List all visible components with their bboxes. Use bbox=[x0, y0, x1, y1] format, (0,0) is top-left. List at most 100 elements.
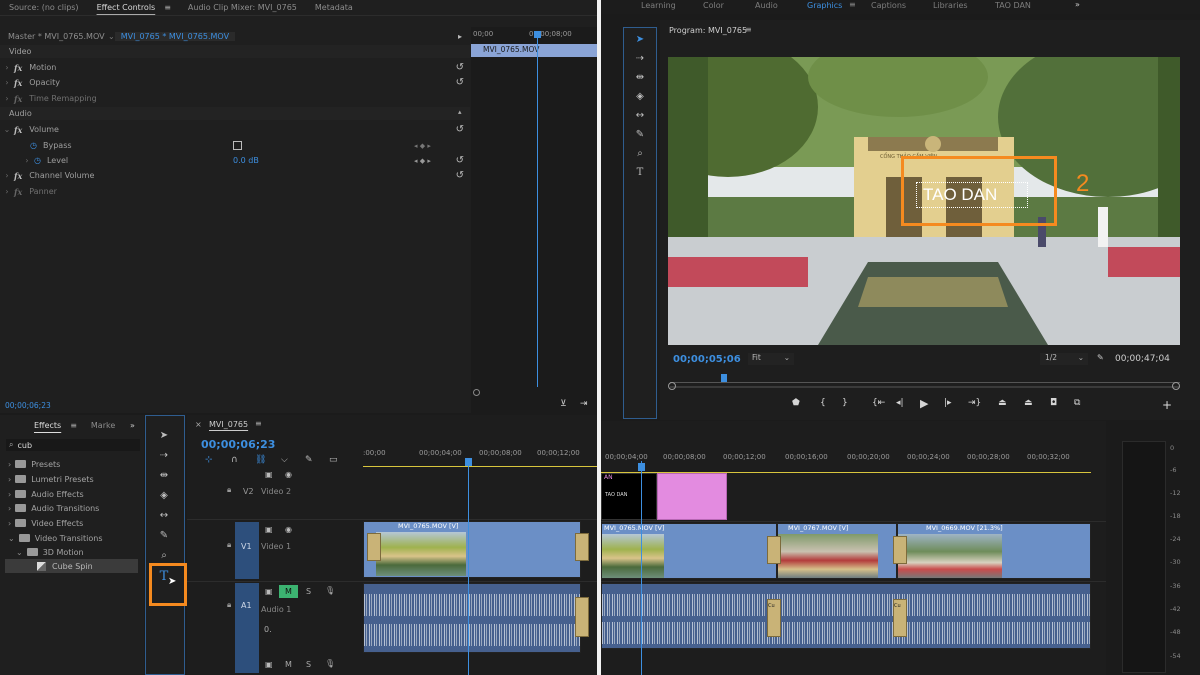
effect-row-channel-volume[interactable]: › fx Channel Volume ↺ bbox=[0, 168, 470, 183]
clip-path-label[interactable]: MVI_0765 * MVI_0765.MOV bbox=[114, 31, 236, 41]
tab-effects[interactable]: Effects bbox=[0, 421, 70, 430]
reset-icon[interactable]: ↺ bbox=[456, 62, 464, 73]
transition-marker[interactable] bbox=[767, 536, 781, 564]
timeline-ruler-right[interactable]: 00;00;04;00 00;00;08;00 00;00;12;00 00;0… bbox=[601, 447, 1091, 473]
chevron-down-icon[interactable]: ⌄ bbox=[108, 32, 115, 41]
chevron-right-icon[interactable]: › bbox=[20, 156, 34, 165]
tree-item-audio-effects[interactable]: › Audio Effects bbox=[8, 487, 84, 501]
microphone-icon[interactable]: 🎙︎ bbox=[325, 586, 335, 595]
resolution-select[interactable]: 1/2 ⌄ bbox=[1040, 353, 1088, 365]
camera-icon[interactable]: ◘ bbox=[1050, 398, 1057, 408]
step-back-icon[interactable]: ◂| bbox=[896, 398, 904, 408]
effects-search-input[interactable]: cub bbox=[17, 441, 32, 450]
sync-lock-icon[interactable]: ▣ bbox=[265, 525, 273, 534]
keyframe-nav-icon[interactable]: ◂ ◆ ▸ bbox=[414, 157, 431, 165]
solo-button[interactable]: S bbox=[306, 587, 311, 596]
clip-v1-mvi0669[interactable]: MVI_0669.MOV [21.3%] bbox=[897, 523, 1091, 579]
step-forward-icon[interactable]: |▸ bbox=[944, 398, 952, 408]
clip-v1-mvi0765-cont[interactable]: MVI_0765.MOV [V] bbox=[601, 523, 777, 579]
workspace-audio[interactable]: Audio bbox=[755, 1, 778, 10]
fx-icon[interactable]: fx bbox=[14, 78, 22, 88]
transition-marker[interactable] bbox=[575, 533, 589, 561]
transition-marker[interactable]: Cu bbox=[893, 599, 907, 637]
panel-menu-icon[interactable]: ≡ bbox=[70, 421, 77, 430]
transition-marker[interactable] bbox=[575, 597, 589, 637]
workspace-color[interactable]: Color bbox=[703, 1, 724, 10]
ec-playhead[interactable] bbox=[537, 32, 538, 387]
timeline-playhead-right[interactable] bbox=[641, 461, 642, 675]
add-button-icon[interactable]: + bbox=[1162, 398, 1172, 412]
master-clip-label[interactable]: Master * MVI_0765.MOV bbox=[0, 32, 108, 41]
clip-v1-mvi0767[interactable]: MVI_0767.MOV [V] bbox=[777, 523, 897, 579]
stopwatch-icon[interactable]: ◷ bbox=[30, 141, 37, 150]
timeline-playhead-handle[interactable] bbox=[465, 458, 472, 466]
extract-icon[interactable]: ⏏ bbox=[1024, 398, 1033, 408]
scrub-bar[interactable] bbox=[670, 375, 1180, 383]
ripple-edit-tool-icon[interactable]: ⇹ bbox=[154, 470, 174, 481]
chevron-right-icon[interactable]: › bbox=[0, 187, 14, 196]
tab-source[interactable]: Source: (no clips) bbox=[0, 3, 88, 12]
track-select-tool-icon[interactable]: ⇢ bbox=[154, 450, 174, 461]
wrench-icon[interactable]: ✎ bbox=[305, 455, 313, 465]
track-select-tool-icon[interactable]: ⇢ bbox=[630, 53, 650, 64]
slip-tool-icon[interactable]: ↔ bbox=[630, 110, 650, 121]
selection-tool-icon[interactable]: ➤ bbox=[154, 430, 174, 441]
selection-tool-icon[interactable]: ➤ bbox=[630, 34, 650, 45]
chevron-right-icon[interactable]: › bbox=[0, 171, 14, 180]
workspace-graphics[interactable]: Graphics bbox=[807, 1, 842, 10]
go-to-out-icon[interactable]: ⇥} bbox=[968, 398, 981, 408]
mark-out-icon[interactable]: } bbox=[842, 398, 848, 408]
export-icon[interactable]: ⇥ bbox=[580, 399, 588, 409]
go-to-in-icon[interactable]: {⇤ bbox=[872, 398, 885, 408]
workspace-libraries[interactable]: Libraries bbox=[933, 1, 968, 10]
timeline-ruler[interactable]: :00;00 00;00;04;00 00;00;08;00 00;00;12;… bbox=[363, 445, 597, 467]
tree-item-cube-spin[interactable]: Cube Spin bbox=[5, 559, 138, 573]
program-title[interactable]: Program: MVI_0765 bbox=[669, 26, 747, 35]
wrench-icon[interactable]: ✎ bbox=[1097, 353, 1104, 362]
workspace-tao-dan[interactable]: TAO DAN bbox=[995, 1, 1031, 10]
transition-marker[interactable] bbox=[367, 533, 381, 561]
mute-button[interactable]: M bbox=[279, 585, 298, 598]
nest-icon[interactable]: ⊹ bbox=[205, 455, 213, 465]
clip-v1-mvi0765[interactable]: MVI_0765.MOV [V] bbox=[363, 521, 581, 578]
sync-lock-icon[interactable]: ▣ bbox=[265, 660, 273, 669]
track-target-a1[interactable]: A1 bbox=[235, 583, 259, 673]
keyframe-nav-icon[interactable]: ◂ ◆ ▸ bbox=[414, 142, 431, 150]
stopwatch-icon[interactable]: ◷ bbox=[34, 156, 41, 165]
effect-row-opacity[interactable]: › fx Opacity ↺ bbox=[0, 75, 470, 90]
ec-clip-bar[interactable]: MVI_0765.MOV bbox=[471, 44, 597, 57]
effect-row-time-remapping[interactable]: › fx Time Remapping bbox=[0, 91, 470, 106]
slip-tool-icon[interactable]: ↔ bbox=[154, 510, 174, 521]
timeline-timecode[interactable]: 00;00;06;23 bbox=[201, 438, 275, 451]
solo-button-a2[interactable]: S bbox=[306, 660, 311, 669]
tab-effect-controls[interactable]: Effect Controls bbox=[88, 3, 165, 12]
fx-icon[interactable]: fx bbox=[14, 63, 22, 73]
clip-v2-graphic[interactable] bbox=[657, 473, 727, 520]
ec-playhead-handle[interactable] bbox=[534, 31, 541, 38]
reset-icon[interactable]: ↺ bbox=[456, 77, 464, 88]
lock-icon[interactable]: 🔒︎ bbox=[227, 600, 231, 610]
zoom-tool-icon[interactable]: ⌕ bbox=[630, 148, 650, 159]
zoom-bar[interactable] bbox=[670, 386, 1180, 388]
lock-icon[interactable]: 🔒︎ bbox=[227, 540, 231, 550]
more-panels-icon[interactable]: » bbox=[1075, 0, 1080, 9]
captions-icon[interactable]: ▭ bbox=[329, 455, 338, 465]
tab-markers[interactable]: Marke bbox=[77, 421, 124, 430]
tab-metadata[interactable]: Metadata bbox=[306, 3, 362, 12]
marker-icon[interactable]: ⬟ bbox=[792, 398, 800, 408]
close-icon[interactable]: × bbox=[195, 420, 202, 429]
panel-menu-icon[interactable]: ≡ bbox=[164, 3, 171, 12]
tree-item-presets[interactable]: › Presets bbox=[8, 457, 60, 471]
effect-row-motion[interactable]: › fx Motion ↺ bbox=[0, 60, 470, 75]
playhead-timecode[interactable]: 00;00;05;06 bbox=[673, 354, 741, 365]
add-marker-icon[interactable]: ⌵ bbox=[281, 455, 288, 465]
razor-tool-icon[interactable]: ◈ bbox=[154, 490, 174, 501]
ec-timecode[interactable]: 00;00;06;23 bbox=[5, 401, 51, 410]
fx-icon[interactable]: fx bbox=[14, 171, 22, 181]
zoom-select[interactable]: Fit ⌄ bbox=[748, 353, 794, 365]
ec-scroll-circle[interactable] bbox=[473, 389, 480, 396]
reset-icon[interactable]: ↺ bbox=[456, 124, 464, 135]
sync-lock-icon[interactable]: ▣ bbox=[265, 470, 273, 479]
effects-search[interactable]: ⌕ cub bbox=[6, 439, 140, 451]
panel-menu-icon[interactable]: ≡ bbox=[745, 25, 752, 34]
